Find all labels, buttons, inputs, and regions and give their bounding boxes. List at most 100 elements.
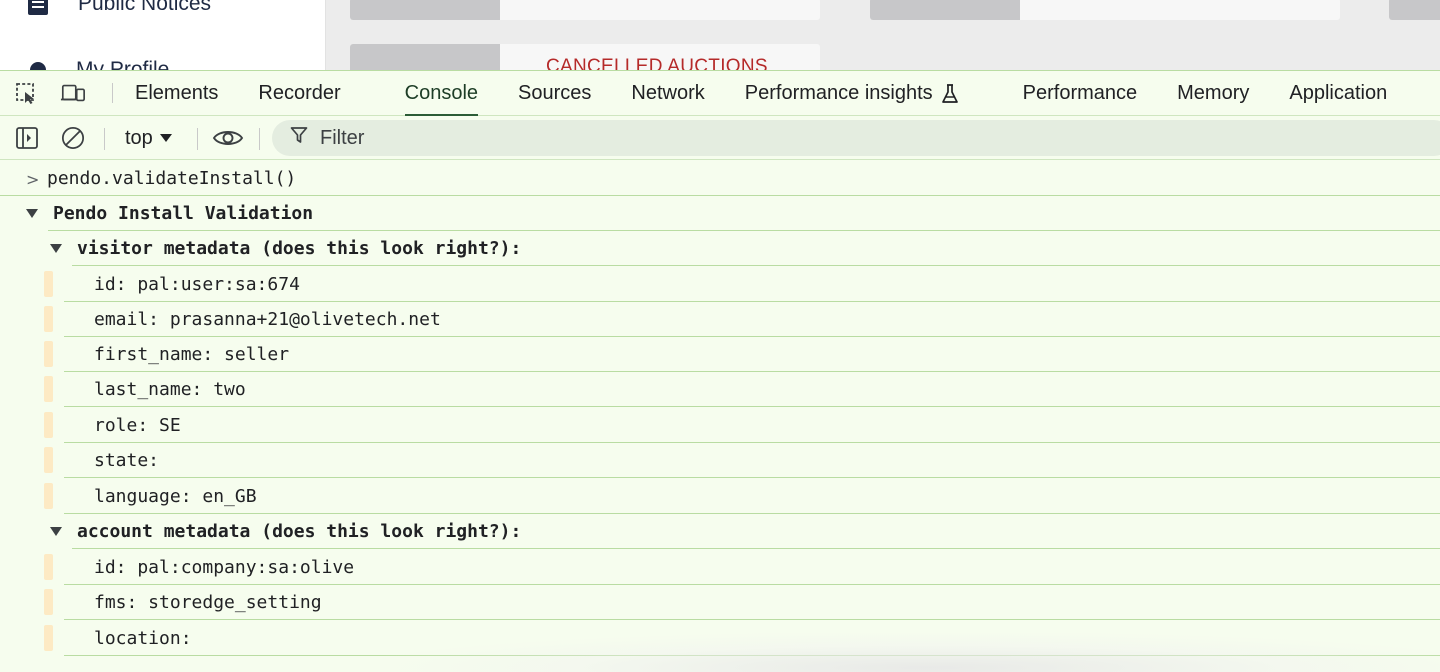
group-title: account metadata (does this look right?)…	[77, 521, 522, 542]
log-gutter-marker	[44, 341, 53, 367]
background-webpage: Public Notices My Profile CANCELLED AUCT…	[0, 0, 1440, 70]
filter-input[interactable]: Filter	[272, 120, 1440, 156]
tab-application[interactable]: Application	[1269, 71, 1407, 116]
expand-triangle-icon[interactable]	[50, 527, 62, 536]
group-title: Pendo Install Validation	[53, 203, 314, 224]
toolbar-divider	[259, 128, 260, 150]
row-divider	[72, 548, 1440, 549]
log-text: role: SE	[94, 415, 181, 436]
cancelled-auctions-label: CANCELLED AUCTIONS	[546, 56, 768, 70]
console-log-line: id: pal:user:sa:674	[0, 267, 1440, 302]
console-output: > pendo.validateInstall() Pendo Install …	[0, 161, 1440, 672]
log-text: id: pal:company:sa:olive	[94, 557, 355, 578]
prompt-chevron-icon: >	[26, 170, 40, 189]
log-gutter-marker	[44, 271, 53, 297]
log-text: email: prasanna+21@olivetech.net	[94, 309, 441, 330]
devtools-tabbar: Elements Recorder Console Sources Networ…	[0, 71, 1440, 117]
tab-label: Sources	[518, 82, 592, 104]
log-text: last_name: two	[94, 379, 246, 400]
row-divider	[72, 265, 1440, 266]
console-log-line: email: prasanna+21@olivetech.net	[0, 302, 1440, 337]
group-title: visitor metadata (does this look right?)…	[77, 238, 522, 259]
tab-elements[interactable]: Elements	[115, 71, 238, 116]
tab-memory[interactable]: Memory	[1157, 71, 1269, 116]
log-gutter-marker	[44, 554, 53, 580]
console-log-line: first_name: seller	[0, 337, 1440, 372]
toolbar-divider	[104, 128, 105, 150]
inspect-element-icon[interactable]	[14, 82, 40, 104]
devtools-tabs: Elements Recorder Console Sources Networ…	[115, 71, 1407, 117]
tab-label: Recorder	[258, 82, 341, 104]
log-text: fms: storedge_setting	[94, 592, 322, 613]
row-divider	[64, 619, 1440, 620]
site-sidebar: Public Notices My Profile	[0, 0, 326, 70]
log-gutter-marker	[44, 412, 53, 438]
log-text: id: pal:user:sa:674	[94, 274, 300, 295]
sidebar-item-my-profile[interactable]: My Profile	[28, 58, 169, 70]
toolbar-divider	[112, 83, 113, 103]
log-gutter-marker	[44, 306, 53, 332]
console-log-line: last_name: two	[0, 372, 1440, 407]
context-value: top	[125, 126, 153, 149]
log-gutter-marker	[44, 625, 53, 651]
show-sidebar-icon[interactable]	[15, 126, 39, 150]
caret-down-icon	[159, 134, 172, 142]
log-gutter-marker	[44, 483, 53, 509]
device-toolbar-icon[interactable]	[60, 82, 86, 104]
console-toolbar: top Filter	[0, 116, 1440, 160]
log-gutter-marker	[44, 447, 53, 473]
user-icon	[30, 62, 46, 70]
flask-icon	[941, 83, 959, 104]
eye-icon[interactable]	[212, 126, 244, 150]
tab-label: Performance	[1022, 82, 1138, 104]
log-gutter-marker	[44, 376, 53, 402]
card-image-placeholder	[870, 0, 1020, 20]
expand-triangle-icon[interactable]	[50, 244, 62, 253]
console-log-line: role: SE	[0, 408, 1440, 443]
console-command-line[interactable]: > pendo.validateInstall()	[0, 161, 1440, 196]
sidebar-item-label: Public Notices	[78, 0, 212, 15]
tab-label: Application	[1289, 82, 1388, 104]
console-log-line: location:	[0, 621, 1440, 656]
auction-card[interactable]	[350, 0, 820, 20]
tab-label: Console	[404, 82, 479, 104]
tab-label: Performance insights	[744, 82, 933, 104]
log-gutter-marker	[44, 589, 53, 615]
tab-console[interactable]: Console	[385, 71, 498, 117]
card-image-placeholder	[1389, 0, 1440, 20]
expand-triangle-icon[interactable]	[26, 209, 38, 218]
filter-placeholder: Filter	[320, 126, 365, 149]
auction-card[interactable]	[870, 0, 1340, 20]
tab-performance-insights[interactable]: Performance insights	[725, 71, 979, 116]
devtools-panel: Elements Recorder Console Sources Networ…	[0, 70, 1440, 672]
tab-label: Elements	[135, 82, 219, 104]
tab-recorder[interactable]: Recorder	[238, 71, 360, 116]
console-log-line: state:	[0, 443, 1440, 478]
console-group-header[interactable]: visitor metadata (does this look right?)…	[0, 231, 1440, 266]
tab-performance[interactable]: Performance	[1003, 71, 1158, 116]
log-text: language: en_GB	[94, 486, 257, 507]
console-group-header[interactable]: Pendo Install Validation	[0, 196, 1440, 231]
row-divider	[64, 655, 1440, 656]
row-divider	[64, 406, 1440, 407]
log-text: state:	[94, 450, 160, 471]
cancelled-auctions-card[interactable]: CANCELLED AUCTIONS	[350, 44, 820, 70]
clear-console-icon[interactable]	[61, 126, 85, 150]
tab-label: Network	[631, 82, 705, 104]
console-group-header[interactable]: account metadata (does this look right?)…	[0, 514, 1440, 549]
tab-sources[interactable]: Sources	[498, 71, 611, 116]
tab-network[interactable]: Network	[611, 71, 724, 116]
console-log-line: fms: storedge_setting	[0, 585, 1440, 620]
sidebar-item-public-notices[interactable]: Public Notices	[28, 0, 211, 16]
console-command: pendo.validateInstall()	[47, 168, 297, 189]
auction-card[interactable]	[1389, 0, 1440, 20]
card-image-placeholder	[350, 0, 500, 20]
filter-icon	[290, 126, 308, 150]
log-text: location:	[94, 628, 192, 649]
row-divider	[64, 477, 1440, 478]
card-image-placeholder	[350, 44, 500, 70]
context-selector[interactable]: top	[125, 126, 172, 150]
toolbar-divider	[197, 128, 198, 150]
log-text: first_name: seller	[94, 344, 290, 365]
console-log-line: language: en_GB	[0, 479, 1440, 514]
